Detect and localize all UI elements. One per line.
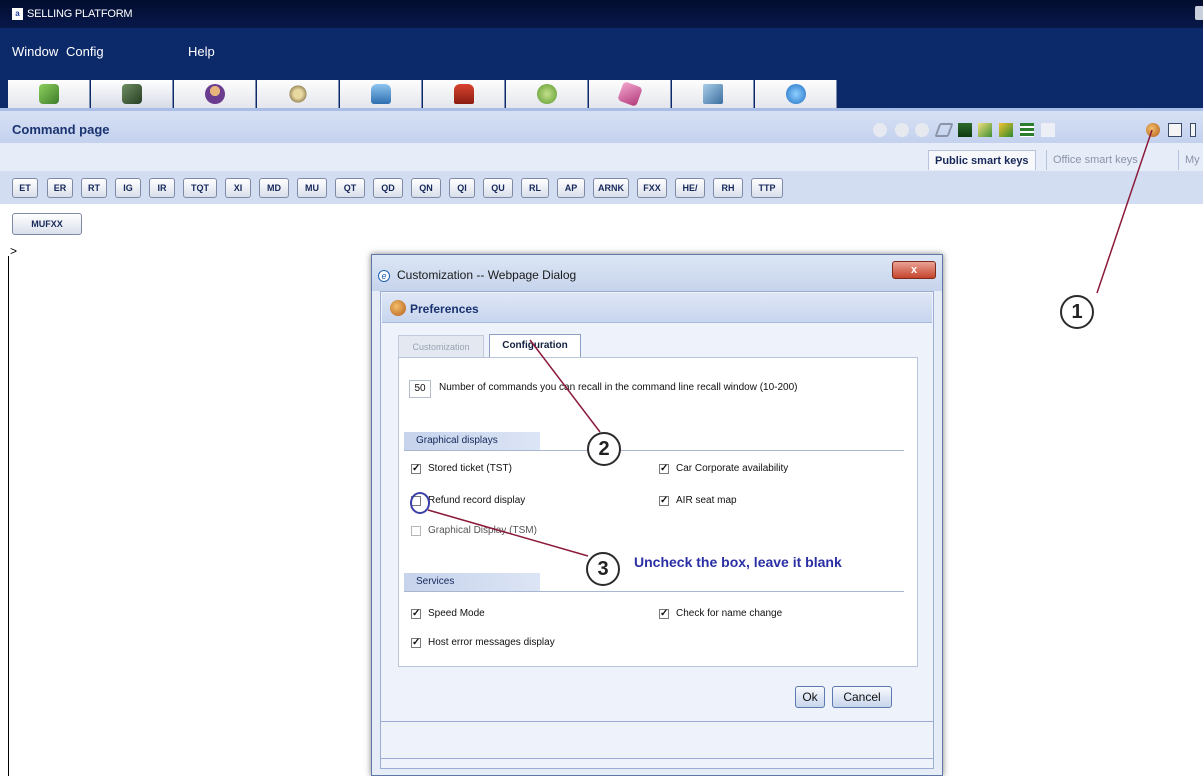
annotation-marker-2: 2 bbox=[587, 432, 621, 466]
annotation-highlight-ring bbox=[410, 492, 430, 514]
annotation-lines bbox=[427, 129, 1153, 557]
annotation-marker-1: 1 bbox=[1060, 295, 1094, 329]
annotation-line-1 bbox=[1096, 129, 1153, 294]
annotation-line-2 bbox=[529, 339, 601, 433]
annotation-line-3 bbox=[427, 509, 589, 557]
annotation-marker-3: 3 bbox=[586, 552, 620, 586]
app-window: a SELLING PLATFORM Window Config Help Co… bbox=[0, 0, 1203, 776]
annotation-note: Uncheck the box, leave it blank bbox=[634, 554, 842, 570]
